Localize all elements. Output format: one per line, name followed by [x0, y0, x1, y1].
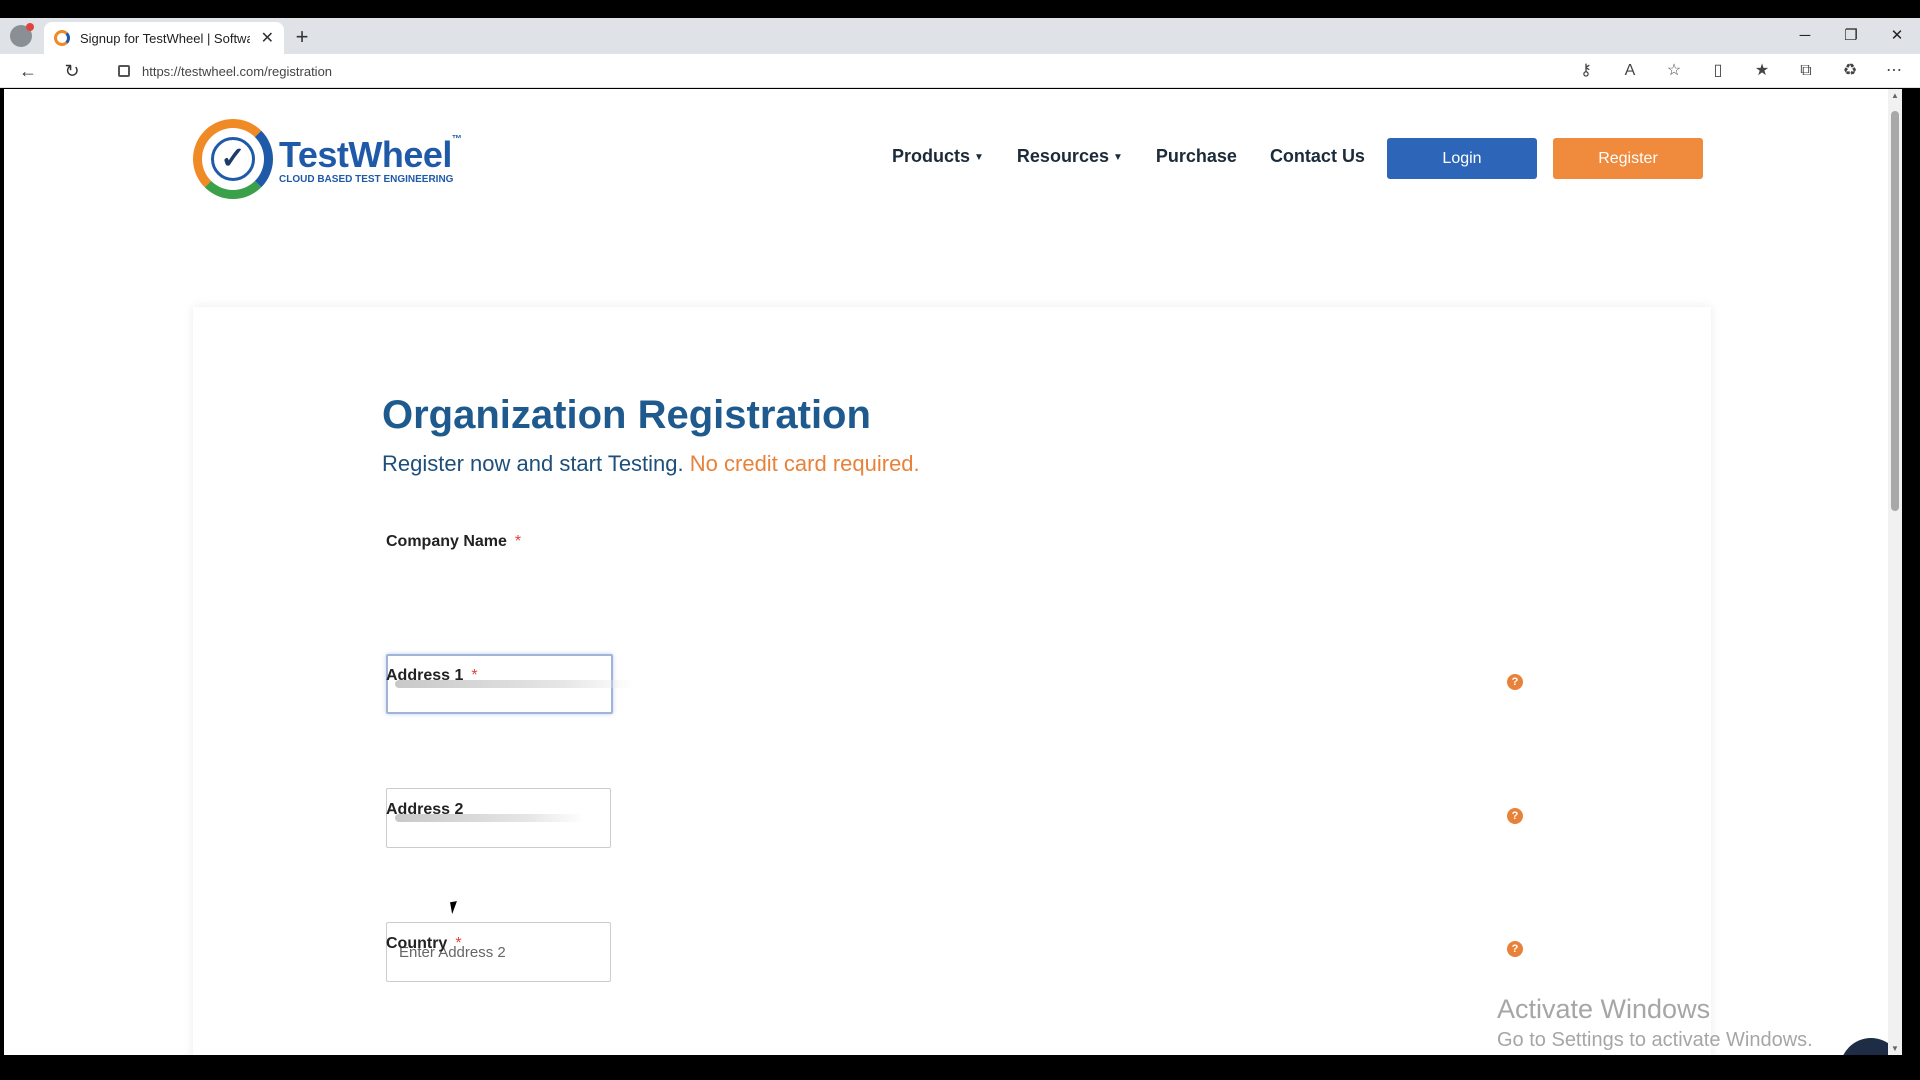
- caret-down-icon: ▼: [1112, 151, 1123, 163]
- scroll-thumb[interactable]: [1891, 111, 1899, 511]
- logo-name: TestWheel™: [279, 133, 462, 175]
- window-controls: ─ ❐ ✕: [1782, 18, 1920, 54]
- nav-purchase[interactable]: Purchase: [1156, 146, 1237, 167]
- tab-title: Signup for TestWheel | Software: [80, 30, 250, 46]
- screen-bottom-border: [0, 1055, 1920, 1080]
- register-button[interactable]: Register: [1553, 138, 1703, 179]
- tab-close-icon[interactable]: ✕: [261, 28, 274, 48]
- scroll-up-icon[interactable]: ▲: [1888, 91, 1902, 100]
- lock-icon[interactable]: [118, 65, 130, 77]
- nav-resources[interactable]: Resources ▼: [1017, 146, 1123, 167]
- back-icon[interactable]: ←: [16, 60, 40, 82]
- extensions-icon[interactable]: ♻: [1838, 60, 1862, 82]
- minimize-icon[interactable]: ─: [1782, 18, 1828, 54]
- browser-toolbar-icons: ⚷ A ☆ ▯ ★ ⧉ ♻ ⋯: [1574, 60, 1906, 82]
- help-icon[interactable]: ?: [1507, 674, 1523, 690]
- split-screen-icon[interactable]: ▯: [1706, 60, 1730, 82]
- country-label: Country *: [386, 935, 462, 952]
- close-window-icon[interactable]: ✕: [1874, 18, 1920, 54]
- browser-toolbar: ← ↻ https://testwheel.com/registration ⚷…: [0, 54, 1920, 88]
- refresh-icon[interactable]: ↻: [60, 60, 84, 82]
- mouse-cursor-icon: [450, 899, 466, 915]
- windows-activation-watermark: Activate Windows Go to Settings to activ…: [1497, 994, 1813, 1051]
- profile-avatar-icon[interactable]: [10, 23, 34, 47]
- screen-top-border: [0, 0, 1920, 18]
- scroll-down-icon[interactable]: ▼: [1888, 1044, 1902, 1053]
- read-aloud-icon[interactable]: A: [1618, 60, 1642, 82]
- page-title: Organization Registration: [382, 393, 871, 437]
- caret-down-icon: ▼: [974, 151, 984, 163]
- address1-label: Address 1 *: [386, 667, 478, 684]
- company-name-label: Company Name *: [386, 533, 522, 550]
- page-subtitle: Register now and start Testing. No credi…: [382, 451, 920, 476]
- address-bar[interactable]: https://testwheel.com/registration: [108, 58, 1608, 84]
- checkmark-icon: ✓: [211, 137, 255, 181]
- url-text[interactable]: https://testwheel.com/registration: [142, 64, 332, 79]
- new-tab-icon[interactable]: +: [290, 24, 314, 50]
- browser-tabstrip: Signup for TestWheel | Software ✕ + ─ ❐ …: [0, 18, 1920, 54]
- collections-icon[interactable]: ⧉: [1794, 60, 1818, 82]
- nav-products[interactable]: Products ▼: [892, 146, 984, 167]
- favorites-list-icon[interactable]: ★: [1750, 60, 1774, 82]
- registration-card: Organization Registration Register now a…: [193, 307, 1711, 1055]
- favorite-star-icon[interactable]: ☆: [1662, 60, 1686, 82]
- nav-contact-us[interactable]: Contact Us: [1270, 146, 1365, 167]
- main-navigation: Products ▼ Resources ▼ Purchase Contact Us: [892, 146, 1398, 167]
- help-icon[interactable]: ?: [1507, 941, 1523, 957]
- testwheel-favicon-icon: [54, 30, 70, 46]
- login-button[interactable]: Login: [1387, 138, 1537, 179]
- help-icon[interactable]: ?: [1507, 808, 1523, 824]
- testwheel-logo[interactable]: ✓ TestWheel™ CLOUD BASED TEST ENGINEERIN…: [193, 119, 462, 199]
- logo-tagline: CLOUD BASED TEST ENGINEERING: [279, 173, 454, 185]
- address2-label: Address 2: [386, 801, 464, 818]
- more-menu-icon[interactable]: ⋯: [1882, 60, 1906, 82]
- page-viewport: ✓ TestWheel™ CLOUD BASED TEST ENGINEERIN…: [4, 89, 1902, 1055]
- key-icon[interactable]: ⚷: [1574, 60, 1598, 82]
- page-scrollbar[interactable]: ▲ ▼: [1888, 89, 1902, 1055]
- browser-tab-active[interactable]: Signup for TestWheel | Software ✕: [44, 22, 284, 54]
- restore-icon[interactable]: ❐: [1828, 18, 1874, 54]
- logo-wheel-icon: ✓: [193, 119, 273, 199]
